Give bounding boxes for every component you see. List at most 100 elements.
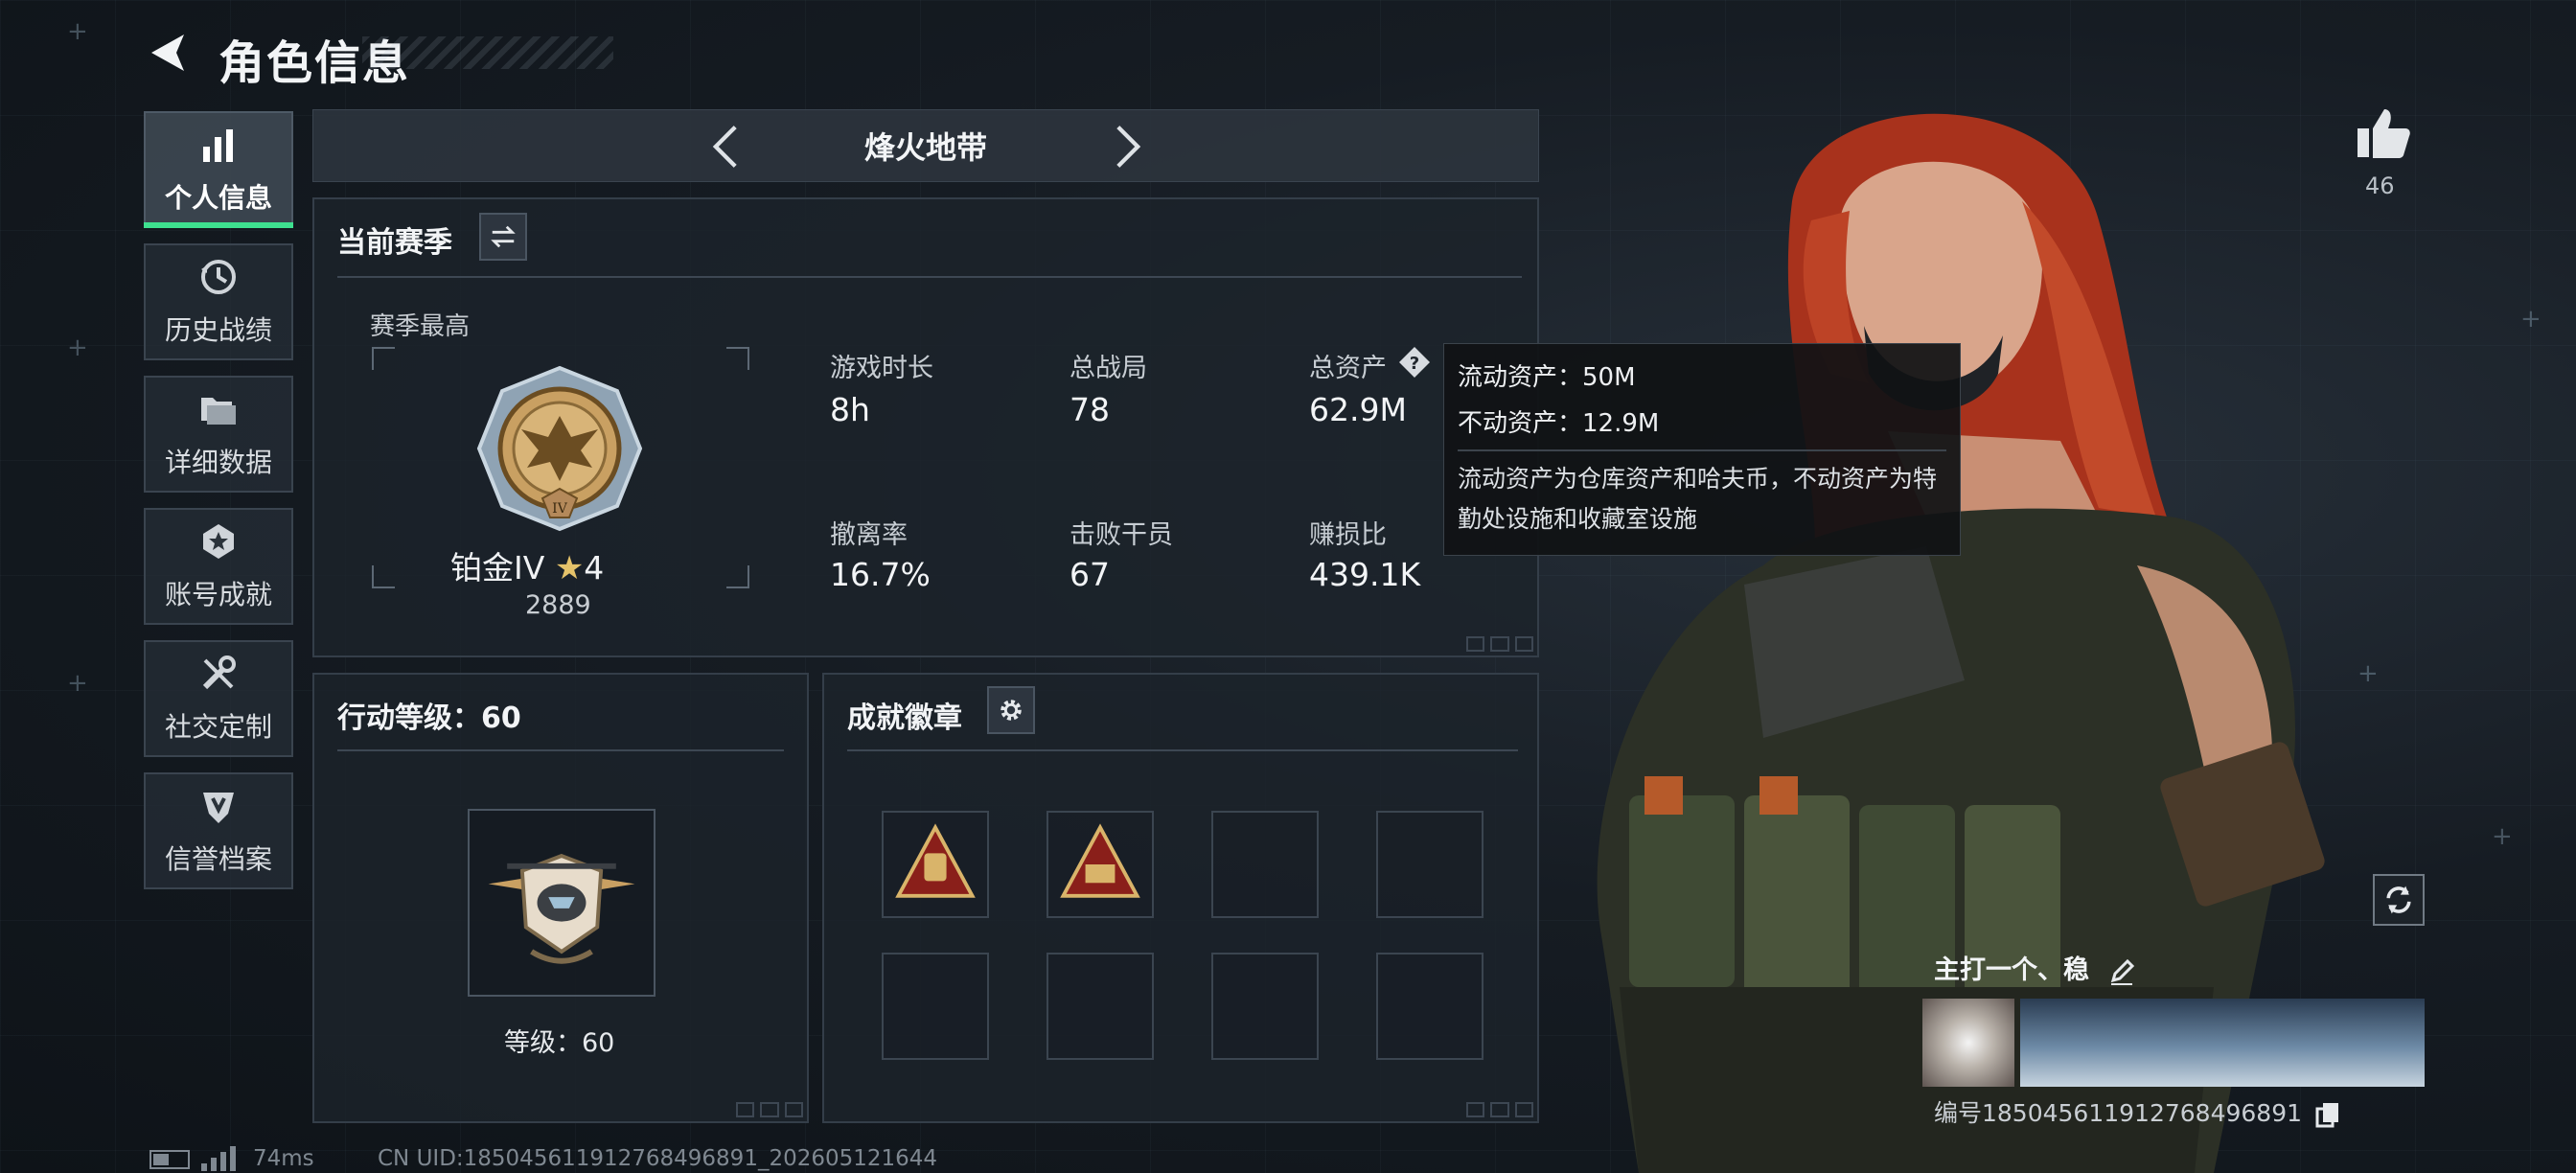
asset-help-button[interactable]: ? — [1397, 345, 1432, 380]
decor-plus: + — [67, 17, 88, 46]
badge-slot[interactable] — [1376, 811, 1484, 918]
rank-stars: 4 — [584, 549, 605, 586]
refresh-appearance-button[interactable] — [2373, 874, 2425, 926]
star-icon: ★ — [554, 549, 585, 587]
badge-slot[interactable] — [1211, 953, 1319, 1060]
medal-icon — [203, 524, 234, 559]
sidebar-item-account-achievements[interactable]: 账号成就 — [144, 508, 293, 625]
divider — [337, 749, 784, 751]
card-background — [1922, 999, 2425, 1087]
pencil-icon — [2111, 958, 2135, 985]
divider — [1458, 449, 1946, 451]
player-tagline: 主打一个、稳 — [1934, 949, 2136, 986]
player-id: 编号1850456119127684968​91 — [1934, 1094, 2340, 1129]
stat-label: 游戏时长 — [830, 354, 933, 383]
footer-uid: CN UID:1850456119127684968​91_2026051216… — [378, 1146, 938, 1171]
svg-text:IV: IV — [552, 501, 568, 517]
like-button[interactable] — [2352, 104, 2413, 165]
sidebar-item-label: 历史战绩 — [164, 314, 272, 346]
sidebar-item-label: 详细数据 — [164, 447, 272, 478]
sidebar-item-match-history[interactable]: 历史战绩 — [144, 243, 293, 360]
help-icon: ? — [1399, 347, 1430, 378]
svg-text:?: ? — [1410, 354, 1419, 374]
back-button[interactable] — [144, 29, 192, 77]
helicopter-emblem-icon — [488, 853, 635, 964]
fixed-assets: 不动资产：12.9M — [1458, 409, 1660, 438]
card-banner-image — [2020, 999, 2425, 1087]
battery-icon — [150, 1150, 190, 1169]
stat-value: 67 — [1070, 556, 1110, 593]
stat-label: 总战局 — [1070, 354, 1147, 383]
player-id-text: 编号1850456119127684968​91 — [1934, 1099, 2303, 1127]
frame-corner — [726, 347, 749, 370]
badge-slot[interactable] — [1211, 811, 1319, 918]
bar-chart-icon — [203, 129, 233, 162]
player-avatar[interactable] — [1922, 999, 2014, 1087]
map-name: 烽火地带 — [863, 129, 987, 166]
stat-value: 62.9M — [1309, 391, 1407, 428]
edit-tagline-button[interactable] — [2107, 957, 2136, 986]
copy-icon — [2315, 1103, 2338, 1128]
shield-icon — [203, 793, 234, 823]
next-map-button[interactable] — [1101, 120, 1155, 173]
season-best-label: 赛季最高 — [370, 312, 471, 341]
badge-slot[interactable] — [882, 811, 989, 918]
sidebar-item-personal-info[interactable]: 个人信息 — [144, 111, 293, 228]
decor-plus: + — [67, 334, 88, 362]
season-title: 当前赛季 — [337, 226, 452, 260]
achievements-title: 成就徽章 — [847, 702, 962, 735]
action-level-emblem-frame — [468, 809, 656, 997]
stat-value: 78 — [1070, 391, 1110, 428]
signal-icon — [201, 1146, 236, 1171]
action-level-text: 等级：60 — [504, 1028, 615, 1058]
rank-score: 2889 — [525, 590, 591, 620]
frame-corner — [372, 347, 395, 370]
divider — [337, 276, 1522, 278]
decor-plus: + — [67, 669, 88, 698]
sidebar-item-label: 社交定制 — [164, 711, 272, 743]
rank-name: 铂金IV — [450, 549, 545, 586]
swap-arrows-icon — [491, 225, 516, 248]
refresh-icon — [2386, 886, 2411, 914]
frame-corner — [726, 565, 749, 588]
stat-label: 撤离率 — [830, 520, 908, 550]
stat-label: 赚损比 — [1309, 520, 1387, 550]
back-arrow-icon — [151, 34, 184, 71]
rank-display: 铂金IV ★4 — [450, 542, 604, 588]
sidebar-item-credit-record[interactable]: 信誉档案 — [144, 772, 293, 889]
sidebar-item-detailed-data[interactable]: 详细数据 — [144, 376, 293, 493]
like-count: 46 — [2365, 172, 2395, 199]
chevron-left-icon — [712, 126, 737, 168]
badge-slot[interactable] — [1376, 953, 1484, 1060]
badge-settings-button[interactable] — [987, 686, 1035, 734]
sidebar-item-label: 信誉档案 — [164, 843, 272, 875]
sidebar-item-social-custom[interactable]: 社交定制 — [144, 640, 293, 757]
badge-slot[interactable] — [1046, 811, 1154, 918]
history-clock-icon — [201, 260, 236, 294]
previous-map-button[interactable] — [699, 120, 752, 173]
copy-id-button[interactable] — [2315, 1101, 2340, 1128]
triangle-badge-icon — [1060, 823, 1140, 898]
divider — [847, 749, 1518, 751]
triangle-badge-icon — [895, 823, 976, 898]
network-ping: 74ms — [253, 1146, 314, 1171]
decor-corner — [736, 1102, 803, 1117]
player-card: 主打一个、稳 编号1850456119127684968​91 — [1922, 949, 2428, 1131]
thumbs-up-icon — [2358, 109, 2410, 158]
switch-season-button[interactable] — [479, 213, 527, 261]
frame-corner — [372, 565, 395, 588]
assets-description: 流动资产为仓库资产和哈夫币，不动资产为特勤处设施和收藏室设施 — [1458, 465, 1938, 533]
stat-value: 8h — [830, 391, 870, 428]
gear-icon — [1000, 700, 1022, 721]
platinum-rank-emblem: IV — [476, 365, 643, 532]
action-level-title: 行动等级：60 — [337, 702, 521, 735]
badge-slot[interactable] — [1046, 953, 1154, 1060]
badge-slot[interactable] — [882, 953, 989, 1060]
stat-value: 439.1K — [1309, 556, 1421, 593]
tagline-text: 主打一个、稳 — [1934, 955, 2089, 985]
decor-plus: + — [2520, 305, 2542, 334]
stat-label: 总资产 — [1309, 354, 1387, 383]
sidebar-item-label: 账号成就 — [164, 579, 272, 610]
map-selector: 烽火地带 — [312, 109, 1539, 182]
assets-tooltip: 流动资产：50M 不动资产：12.9M 流动资产为仓库资产和哈夫币，不动资产为特… — [1443, 343, 1961, 556]
